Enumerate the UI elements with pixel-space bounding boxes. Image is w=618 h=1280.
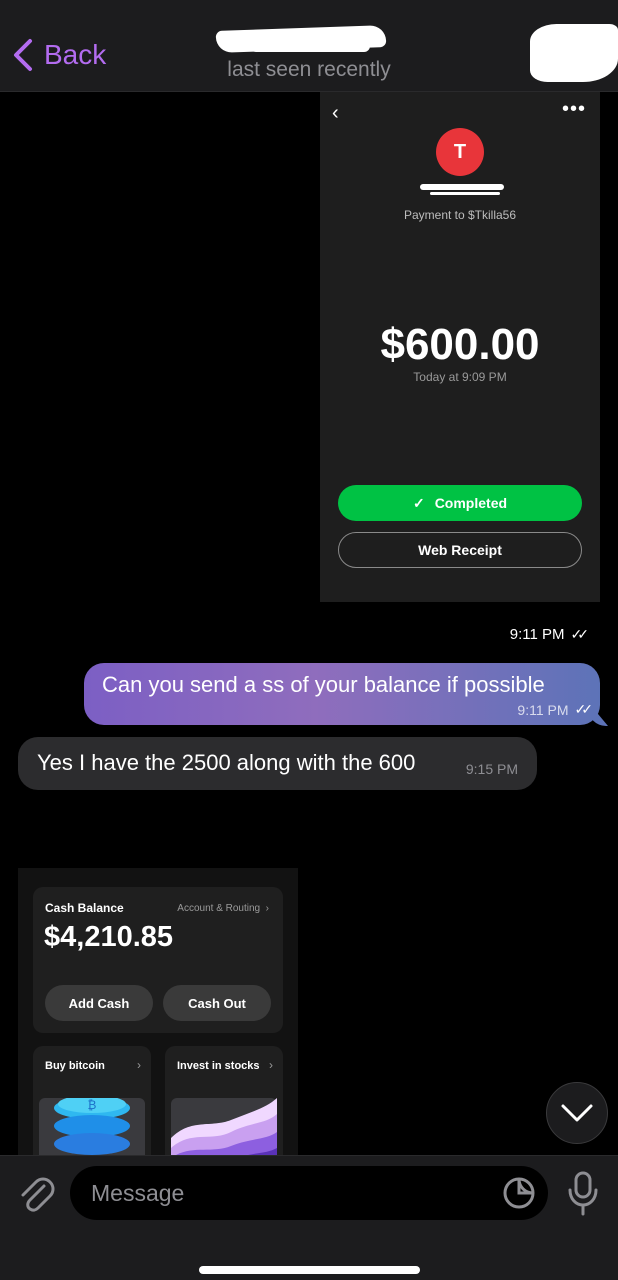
payment-receipt-image[interactable]: ‹ ••• T Payment to $Tkilla56 $600.00 Tod… — [320, 92, 600, 602]
cash-balance-card: Cash Balance Account & Routing › $4,210.… — [33, 887, 283, 1033]
receipt-timestamp: 9:11 PM ✓✓ — [509, 626, 590, 643]
sticker-icon[interactable] — [502, 1176, 536, 1210]
recipient-avatar: T — [436, 128, 484, 176]
home-indicator[interactable] — [199, 1266, 420, 1274]
invest-in-stocks-label: Invest in stocks — [177, 1060, 260, 1072]
web-receipt-button: Web Receipt — [338, 532, 582, 568]
outgoing-message-time: 9:11 PM — [517, 701, 569, 718]
paperclip-icon[interactable] — [16, 1174, 56, 1214]
completed-status-pill: ✓ Completed — [338, 485, 582, 521]
add-cash-button: Add Cash — [45, 985, 153, 1021]
account-routing-link: Account & Routing › — [177, 903, 269, 914]
cash-balance-amount: $4,210.85 — [44, 921, 174, 953]
incoming-message[interactable]: Yes I have the 2500 along with the 600 9… — [18, 737, 537, 790]
buy-bitcoin-tile: Buy bitcoin › ₿ — [33, 1046, 151, 1155]
payment-to-label: Payment to $Tkilla56 — [403, 208, 517, 222]
invest-in-stocks-tile: Invest in stocks › — [165, 1046, 283, 1155]
outgoing-message-meta: 9:11 PM ✓✓ — [517, 701, 594, 718]
payment-amount: $600.00 — [380, 320, 540, 369]
chevron-right-icon: › — [269, 1058, 273, 1072]
cash-out-button: Cash Out — [163, 985, 271, 1021]
chevron-right-icon: › — [137, 1058, 141, 1072]
message-composer — [0, 1155, 618, 1280]
payment-date: Today at 9:09 PM — [413, 370, 507, 384]
receipt-time: 9:11 PM — [509, 626, 565, 643]
balance-screenshot-image[interactable]: Cash Balance Account & Routing › $4,210.… — [18, 868, 298, 1155]
double-check-icon: ✓✓ — [570, 626, 590, 642]
completed-label: Completed — [434, 495, 508, 511]
redacted-recipient-name-scribble — [430, 192, 500, 195]
redacted-recipient-name — [420, 184, 504, 190]
svg-text:₿: ₿ — [88, 1098, 97, 1112]
checkmark-icon: ✓ — [412, 494, 425, 511]
bitcoin-coins-image: ₿ — [39, 1095, 145, 1155]
cash-balance-label: Cash Balance — [45, 901, 124, 915]
double-check-icon: ✓✓ — [574, 701, 594, 717]
outgoing-message-text: Can you send a ss of your balance if pos… — [102, 672, 545, 697]
last-seen-status: last seen recently — [227, 58, 391, 81]
receipt-more-icon: ••• — [561, 98, 586, 120]
redacted-avatar[interactable] — [530, 24, 618, 82]
microphone-icon[interactable] — [566, 1170, 600, 1216]
stocks-chart-image — [171, 1098, 277, 1155]
redacted-contact-name-scribble — [250, 40, 370, 52]
incoming-message-time: 9:15 PM — [465, 761, 518, 777]
scroll-down-button[interactable] — [546, 1082, 608, 1144]
chat-header: Back last seen recently — [0, 0, 618, 92]
message-input[interactable] — [70, 1166, 548, 1220]
buy-bitcoin-label: Buy bitcoin — [45, 1060, 105, 1072]
incoming-message-text: Yes I have the 2500 along with the 600 — [37, 750, 416, 775]
outgoing-message[interactable]: Can you send a ss of your balance if pos… — [84, 663, 600, 725]
receipt-back-icon: ‹ — [332, 102, 339, 124]
chevron-down-icon — [561, 1104, 593, 1122]
